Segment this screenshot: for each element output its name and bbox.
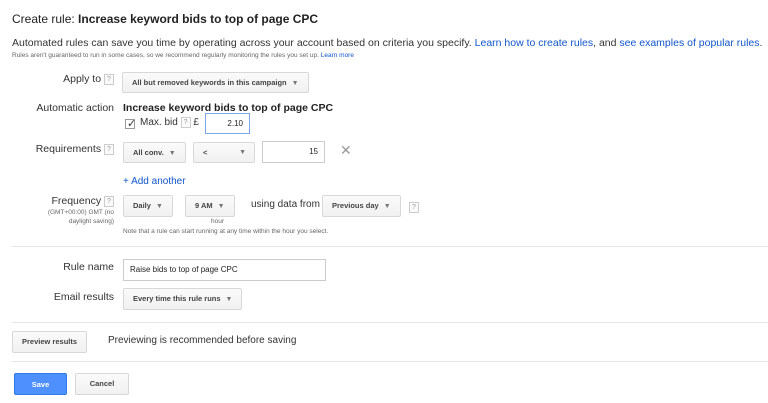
remove-requirement-close-icon[interactable]: ✕ bbox=[340, 142, 352, 159]
requirement-value-input[interactable]: 15 bbox=[262, 141, 325, 163]
currency-symbol: £ bbox=[193, 117, 199, 129]
description-end: . bbox=[759, 37, 763, 49]
timezone-note: (GMT+00:00) GMT (no daylight saving) bbox=[48, 208, 114, 226]
chevron-down-icon: ▼ bbox=[155, 203, 163, 210]
rule-name-label: Rule name bbox=[63, 261, 114, 273]
data-range-dropdown[interactable]: Previous day ▼ bbox=[322, 195, 401, 217]
learn-more-link[interactable]: Learn more bbox=[321, 52, 354, 59]
max-bid-input[interactable]: 2.10 bbox=[205, 113, 250, 134]
chevron-down-icon: ▼ bbox=[383, 203, 391, 210]
max-bid-label-text: Max. bid bbox=[140, 117, 178, 129]
description-text: Automated rules can save you time by ope… bbox=[12, 37, 472, 49]
requirement-metric-dropdown[interactable]: All conv. ▼ bbox=[123, 142, 186, 163]
frequency-note: Note that a rule can start running at an… bbox=[123, 228, 329, 235]
using-data-label: using data from bbox=[251, 199, 320, 210]
max-bid-help-icon[interactable]: ? bbox=[180, 117, 191, 128]
note-text: Rules aren't guaranteed to run in some c… bbox=[12, 52, 319, 59]
frequency-period-dropdown[interactable]: Daily ▼ bbox=[123, 195, 173, 217]
requirement-operator-value: < bbox=[203, 148, 208, 157]
apply-to-help-icon[interactable]: ? bbox=[104, 73, 114, 85]
frequency-label: Frequency ? bbox=[51, 195, 114, 207]
timezone-line-1: (GMT+00:00) GMT (no bbox=[47, 209, 114, 216]
rule-name-input[interactable]: Raise bids to top of page CPC bbox=[123, 259, 326, 281]
preview-message: Previewing is recommended before saving bbox=[108, 335, 297, 346]
requirements-help-icon[interactable]: ? bbox=[104, 143, 114, 155]
apply-to-value: All but removed keywords in this campaig… bbox=[132, 78, 287, 87]
checkmark-icon: ✓ bbox=[127, 118, 137, 130]
requirement-operator-dropdown[interactable]: < ▼ bbox=[193, 142, 255, 163]
max-bid-label: Max. bid ? £ bbox=[140, 117, 199, 128]
email-results-value: Every time this rule runs bbox=[133, 294, 221, 303]
add-another-link[interactable]: + Add another bbox=[123, 176, 186, 187]
chevron-down-icon: ▼ bbox=[225, 296, 233, 303]
chevron-down-icon: ▼ bbox=[291, 80, 299, 87]
requirement-metric-value: All conv. bbox=[133, 148, 164, 157]
automatic-action-label: Automatic action bbox=[36, 102, 114, 114]
preview-results-button[interactable]: Preview results bbox=[12, 331, 88, 353]
apply-to-dropdown[interactable]: All but removed keywords in this campaig… bbox=[122, 72, 309, 93]
rule-template-name: Increase keyword bids to top of page CPC bbox=[78, 12, 319, 26]
title-prefix: Create rule: bbox=[12, 12, 75, 26]
frequency-label-text: Frequency bbox=[51, 195, 102, 207]
description-and: , and bbox=[593, 37, 617, 49]
rules-description: Automated rules can save you time by ope… bbox=[12, 37, 762, 49]
frequency-period-value: Daily bbox=[133, 201, 151, 210]
requirements-label-text: Requirements bbox=[35, 143, 102, 155]
frequency-time-value: 9 AM bbox=[195, 201, 213, 210]
save-button[interactable]: Save bbox=[14, 373, 67, 395]
apply-to-label: Apply to ? bbox=[63, 73, 114, 85]
frequency-help-icon[interactable]: ? bbox=[104, 195, 114, 207]
data-range-help-glyph: ? bbox=[409, 202, 419, 214]
cancel-button[interactable]: Cancel bbox=[75, 373, 129, 395]
frequency-time-dropdown[interactable]: 9 AM ▼ bbox=[185, 195, 235, 217]
learn-how-link[interactable]: Learn how to create rules bbox=[475, 37, 593, 49]
timezone-line-2: daylight saving) bbox=[68, 218, 114, 225]
hour-caption: hour bbox=[211, 218, 225, 225]
rules-note: Rules aren't guaranteed to run in some c… bbox=[12, 52, 354, 59]
section-divider bbox=[12, 322, 768, 323]
max-bid-checkbox[interactable]: ✓ bbox=[125, 118, 137, 130]
popular-rules-link[interactable]: see examples of popular rules bbox=[619, 37, 759, 49]
email-results-label: Email results bbox=[53, 291, 114, 303]
apply-to-label-text: Apply to bbox=[63, 73, 102, 85]
section-divider bbox=[12, 246, 768, 247]
page-title: Create rule: Increase keyword bids to to… bbox=[12, 12, 318, 26]
email-results-dropdown[interactable]: Every time this rule runs ▼ bbox=[123, 288, 243, 310]
chevron-down-icon: ▼ bbox=[239, 149, 246, 156]
requirements-label: Requirements ? bbox=[36, 143, 114, 155]
chevron-down-icon: ▼ bbox=[168, 150, 176, 157]
section-divider bbox=[12, 361, 768, 362]
data-range-help-icon[interactable]: ? bbox=[409, 199, 419, 217]
data-range-value: Previous day bbox=[332, 201, 379, 210]
chevron-down-icon: ▼ bbox=[217, 203, 225, 210]
